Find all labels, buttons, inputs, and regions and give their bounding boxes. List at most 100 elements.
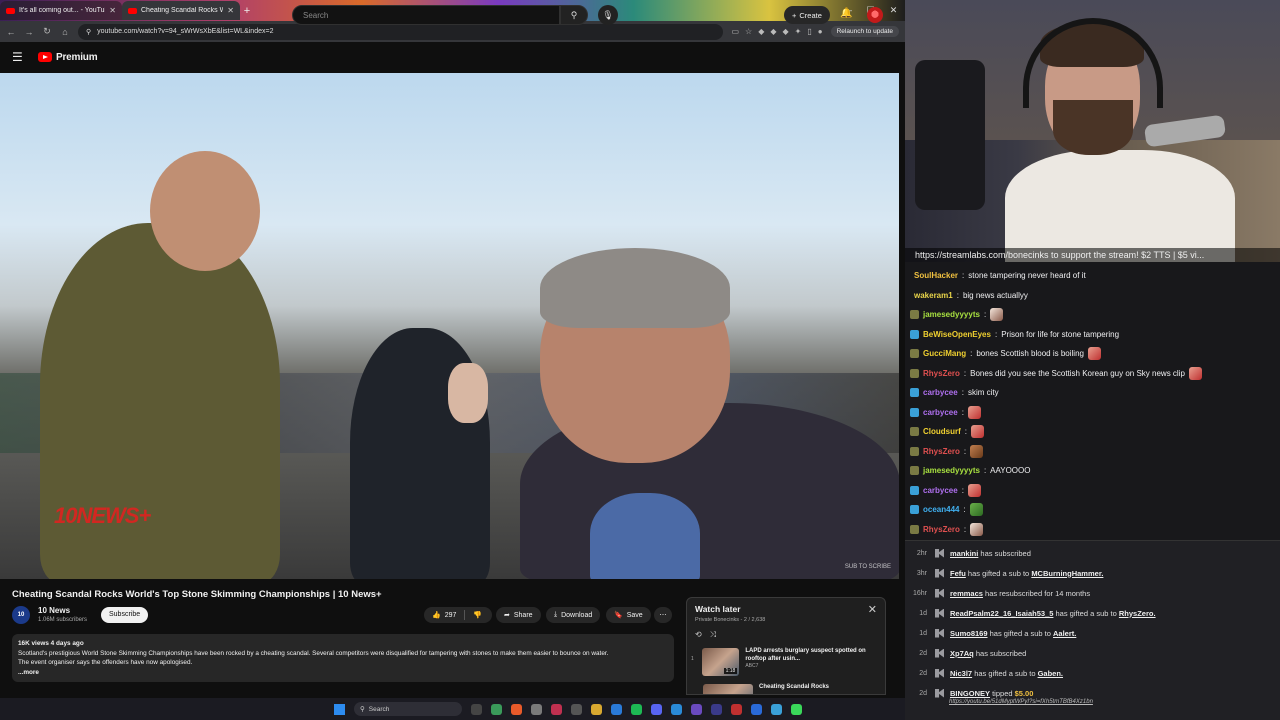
youtube-logo[interactable]: Premium xyxy=(38,52,98,63)
subscriber-badge-icon[interactable] xyxy=(910,388,919,398)
profile-icon[interactable]: ● xyxy=(818,27,823,36)
download-button[interactable]: ⤓ Download xyxy=(546,607,601,623)
show-more-link[interactable]: ...more xyxy=(18,668,668,678)
chat-username[interactable]: RhysZero xyxy=(923,447,960,456)
thumbs-up-icon[interactable]: 👍 xyxy=(432,611,441,619)
forward-icon[interactable]: → xyxy=(24,27,34,37)
task-view-icon[interactable] xyxy=(471,703,482,715)
event-username[interactable]: Xp7Aq xyxy=(950,649,974,658)
playlist-item[interactable]: 1 1:18 LAPD arrests burglary suspect spo… xyxy=(691,648,879,682)
subscriber-badge-icon[interactable] xyxy=(910,349,919,359)
item-title[interactable]: Cheating Scandal Rocks xyxy=(759,684,829,692)
thumbs-down-icon[interactable]: 👎 xyxy=(473,611,482,619)
share-button[interactable]: ➦ Share xyxy=(496,607,541,623)
extension-icon[interactable]: ◆ xyxy=(758,27,764,36)
subscriber-badge-icon[interactable] xyxy=(910,446,919,456)
chat-username[interactable]: BeWiseOpenEyes xyxy=(923,330,991,339)
event-username[interactable]: Sumo8169 xyxy=(950,629,988,638)
close-icon[interactable]: ✕ xyxy=(227,6,234,15)
event-username[interactable]: mankini xyxy=(950,549,978,558)
subscriber-badge-icon[interactable] xyxy=(910,407,919,417)
chat-username[interactable]: carbycee xyxy=(923,388,958,397)
subscriber-badge-icon[interactable] xyxy=(910,466,919,476)
browser-tab[interactable]: It's all coming out... - YouTube ✕ xyxy=(0,1,122,20)
menu-icon[interactable]: ☰ xyxy=(12,50,24,64)
subscribe-watermark[interactable]: SUB TO SCRIBE xyxy=(845,564,891,571)
event-username[interactable]: Fefu xyxy=(950,569,966,578)
browser-tab-active[interactable]: Cheating Scandal Rocks W... ✕ xyxy=(122,1,240,20)
subscriber-badge-icon[interactable] xyxy=(910,524,919,534)
item-title[interactable]: LAPD arrests burglary suspect spotted on… xyxy=(745,648,879,663)
extension-icon[interactable]: ◆ xyxy=(783,27,789,36)
tip-message-link[interactable]: https://youtu.be/51dMyptWPyI?si=fXh5tmTB… xyxy=(905,699,1280,705)
subscriber-badge-icon[interactable] xyxy=(910,427,919,437)
event-recipient[interactable]: MCBurningHammer. xyxy=(1031,569,1103,578)
app-icon[interactable] xyxy=(711,703,722,715)
playlist-item-current[interactable]: Cheating Scandal Rocks xyxy=(691,684,879,694)
chat-username[interactable]: RhysZero xyxy=(923,369,960,378)
app-icon[interactable] xyxy=(671,703,682,715)
app-icon[interactable] xyxy=(531,703,542,715)
sidepanel-icon[interactable]: ▯ xyxy=(807,27,811,36)
app-icon[interactable] xyxy=(491,703,502,715)
chat-username[interactable]: SoulHacker xyxy=(914,271,958,280)
relaunch-button[interactable]: Relaunch to update xyxy=(830,26,899,37)
app-icon[interactable] xyxy=(551,703,562,715)
shuffle-icon[interactable]: ⤨ xyxy=(710,630,716,640)
video-player[interactable]: 10NEWS+ SUB TO SCRIBE xyxy=(0,73,899,579)
chat-username[interactable]: Cloudsurf xyxy=(923,427,961,436)
event-recipient[interactable]: Gaben. xyxy=(1038,669,1063,678)
playlist-title[interactable]: Watch later xyxy=(695,604,741,614)
file-explorer-icon[interactable] xyxy=(591,703,602,715)
chat-username[interactable]: wakeram1 xyxy=(914,291,953,300)
video-thumbnail[interactable] xyxy=(703,684,753,694)
close-window-icon[interactable]: ✕ xyxy=(882,0,905,21)
loop-icon[interactable]: ⟲ xyxy=(695,630,702,640)
chat-username[interactable]: ocean444 xyxy=(923,505,959,514)
subscriber-badge-icon[interactable] xyxy=(910,485,919,495)
spotify-icon[interactable] xyxy=(631,703,642,715)
back-icon[interactable]: ← xyxy=(6,27,16,37)
subscriber-badge-icon[interactable] xyxy=(910,368,919,378)
app-icon[interactable] xyxy=(751,703,762,715)
account-avatar[interactable] xyxy=(867,7,883,23)
channel-avatar[interactable]: 10 xyxy=(12,606,30,624)
like-count[interactable]: 297 xyxy=(445,612,457,619)
chat-username[interactable]: carbycee xyxy=(923,486,958,495)
mail-icon[interactable] xyxy=(611,703,622,715)
windows-start-icon[interactable] xyxy=(334,703,345,715)
puzzle-icon[interactable]: ✦ xyxy=(795,27,802,36)
event-recipient[interactable]: RhysZero. xyxy=(1119,609,1156,618)
app-icon[interactable] xyxy=(691,703,702,715)
event-username[interactable]: Nic3l7 xyxy=(950,669,972,678)
discord-icon[interactable] xyxy=(651,703,662,715)
subscriber-badge-icon[interactable] xyxy=(910,310,919,320)
app-icon[interactable] xyxy=(571,703,582,715)
search-input[interactable]: Search xyxy=(292,5,560,25)
save-button[interactable]: 🔖 Save xyxy=(606,607,651,623)
event-recipient[interactable]: Aalert. xyxy=(1053,629,1076,638)
site-info-icon[interactable]: ⚲ xyxy=(86,28,91,36)
reload-icon[interactable]: ↻ xyxy=(42,26,52,37)
chat-username[interactable]: carbycee xyxy=(923,408,958,417)
event-username[interactable]: remmacs xyxy=(950,589,983,598)
more-options-icon[interactable]: ⋯ xyxy=(654,607,672,623)
chat-username[interactable]: jamesedyyyyts xyxy=(923,310,980,319)
app-icon[interactable] xyxy=(771,703,782,715)
close-icon[interactable]: ✕ xyxy=(109,6,116,15)
extension-icon[interactable]: ◆ xyxy=(770,27,776,36)
close-icon[interactable]: ✕ xyxy=(868,603,877,616)
microphone-icon[interactable]: 🎙 xyxy=(598,5,618,25)
home-icon[interactable]: ⌂ xyxy=(60,27,70,37)
subscribe-button[interactable]: Subscribe xyxy=(101,607,149,623)
url-field[interactable]: ⚲ youtube.com/watch?v=94_sWrWsXbE&list=W… xyxy=(78,23,724,40)
taskbar-search[interactable]: ⚲ Search xyxy=(354,702,462,716)
create-button[interactable]: + Create xyxy=(784,6,830,24)
chat-username[interactable]: GucciMang xyxy=(923,349,966,358)
cast-icon[interactable]: ▭ xyxy=(731,27,739,36)
subscriber-badge-icon[interactable] xyxy=(910,329,919,339)
event-username[interactable]: BINGONEY xyxy=(950,689,990,698)
bell-icon[interactable]: 🔔 xyxy=(840,8,852,19)
description-box[interactable]: 16K views 4 days ago Scotland's prestigi… xyxy=(12,634,674,682)
event-username[interactable]: ReadPsalm22_16_Isaiah53_5 xyxy=(950,609,1053,618)
